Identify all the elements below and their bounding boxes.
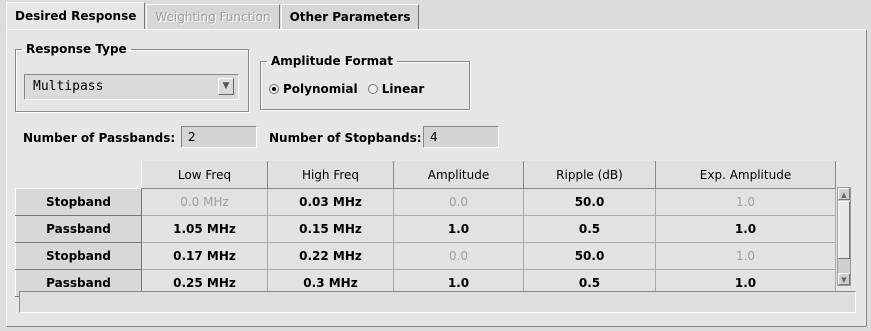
tab-bar: Desired Response Weighting Function Othe… xyxy=(6,2,420,30)
scroll-up-icon[interactable]: ▲ xyxy=(838,188,850,200)
row-header[interactable]: Passband xyxy=(15,215,142,243)
amplitude-format-title: Amplitude Format xyxy=(271,54,394,68)
cell-amplitude[interactable]: 1.0 xyxy=(393,215,524,243)
radio-checked-icon xyxy=(269,84,279,94)
amplitude-format-group: Amplitude Format Polynomial Linear xyxy=(260,54,470,110)
scroll-down-icon[interactable]: ▼ xyxy=(838,273,850,285)
cell-exp-amplitude[interactable]: 1.0 xyxy=(655,215,836,243)
cell-low-freq[interactable]: 1.05 MHz xyxy=(141,215,268,243)
column-header-ripple[interactable]: Ripple (dB) xyxy=(523,161,656,189)
radio-linear-label: Linear xyxy=(381,82,425,96)
tab-desired-response[interactable]: Desired Response xyxy=(6,2,146,30)
response-type-combo[interactable]: Multipass ▼ xyxy=(24,74,239,100)
stopbands-label: Number of Stopbands: xyxy=(269,131,422,145)
cell-high-freq[interactable]: 0.22 MHz xyxy=(267,242,394,270)
passbands-label: Number of Passbands: xyxy=(23,131,176,145)
table-row: Stopband 0.17 MHz 0.22 MHz 0.0 50.0 1.0 xyxy=(15,242,836,270)
cell-ripple[interactable]: 0.5 xyxy=(523,215,656,243)
table-row: Stopband 0.0 MHz 0.03 MHz 0.0 50.0 1.0 xyxy=(15,188,836,216)
chevron-down-icon[interactable]: ▼ xyxy=(218,78,234,95)
radio-linear[interactable]: Linear xyxy=(367,82,425,96)
column-header-exp-amplitude[interactable]: Exp. Amplitude xyxy=(655,161,836,189)
table-scrollbar[interactable]: ▲ ▼ xyxy=(837,187,851,286)
tab-panel: Response Type Multipass ▼ Amplitude Form… xyxy=(6,29,867,327)
stopbands-input[interactable]: 4 xyxy=(423,126,499,148)
radio-polynomial[interactable]: Polynomial xyxy=(269,82,358,96)
passbands-input[interactable]: 2 xyxy=(181,126,257,148)
cell-low-freq[interactable]: 0.17 MHz xyxy=(141,242,268,270)
row-header[interactable]: Stopband xyxy=(15,188,142,216)
status-bar xyxy=(19,291,856,313)
cell-amplitude[interactable]: 0.0 xyxy=(393,188,524,216)
table-row: Passband 1.05 MHz 0.15 MHz 1.0 0.5 1.0 xyxy=(15,215,836,243)
radio-unchecked-icon xyxy=(367,84,378,94)
row-header[interactable]: Stopband xyxy=(15,242,142,270)
cell-ripple[interactable]: 50.0 xyxy=(523,242,656,270)
response-type-group: Response Type Multipass ▼ xyxy=(15,42,249,112)
tab-weighting-function[interactable]: Weighting Function xyxy=(146,4,280,29)
cell-high-freq[interactable]: 0.15 MHz xyxy=(267,215,394,243)
band-table: Low Freq High Freq Amplitude Ripple (dB)… xyxy=(15,161,836,297)
column-header-amplitude[interactable]: Amplitude xyxy=(393,161,524,189)
column-header-low-freq[interactable]: Low Freq xyxy=(141,161,268,189)
cell-ripple[interactable]: 50.0 xyxy=(523,188,656,216)
scrollbar-thumb[interactable] xyxy=(838,201,850,259)
cell-high-freq[interactable]: 0.03 MHz xyxy=(267,188,394,216)
response-type-title: Response Type xyxy=(26,42,127,56)
response-type-value: Multipass xyxy=(33,79,104,94)
table-corner xyxy=(16,161,142,189)
tab-other-parameters[interactable]: Other Parameters xyxy=(280,4,420,29)
radio-polynomial-label: Polynomial xyxy=(283,82,358,96)
cell-exp-amplitude[interactable]: 1.0 xyxy=(655,242,836,270)
cell-amplitude[interactable]: 0.0 xyxy=(393,242,524,270)
column-header-high-freq[interactable]: High Freq xyxy=(267,161,394,189)
cell-exp-amplitude[interactable]: 1.0 xyxy=(655,188,836,216)
table-header-row: Low Freq High Freq Amplitude Ripple (dB)… xyxy=(16,161,836,189)
cell-low-freq[interactable]: 0.0 MHz xyxy=(141,188,268,216)
